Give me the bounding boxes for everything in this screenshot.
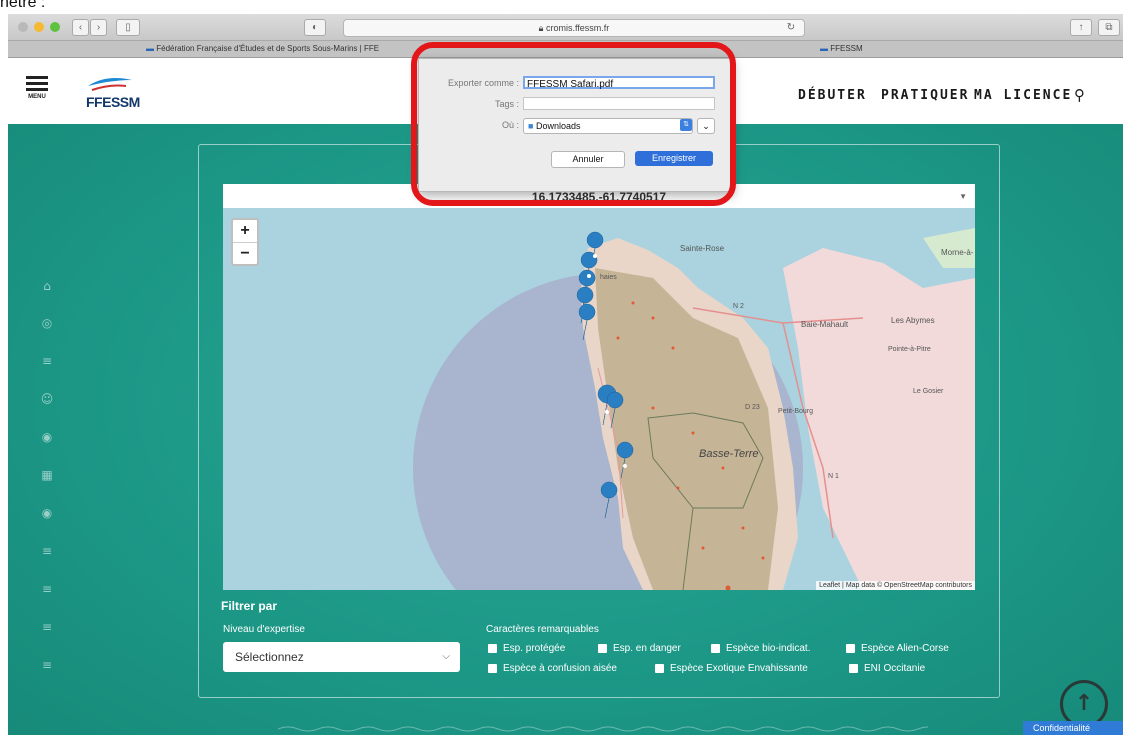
- wave-divider: [278, 726, 928, 732]
- menu-button[interactable]: MENU: [26, 76, 48, 100]
- east-landmass: [783, 248, 975, 590]
- browser-toolbar: ‹ › ▯ ◐ 🔒︎ cromis.ffessm.fr ↻ ↑ ⧉: [8, 14, 1123, 41]
- list-icon[interactable]: ≡: [40, 582, 54, 596]
- page-body: ⌂ ◎ ≡ ☺ ◉ ▦ ◉ ≡ ≡ ≡ ≡ 16.1733485,-61.774…: [8, 124, 1123, 735]
- expertise-select[interactable]: Sélectionnez ⌵: [223, 642, 460, 672]
- lock-icon: 🔒︎: [538, 23, 546, 33]
- map-icon[interactable]: ▦: [40, 468, 54, 482]
- checkbox-esp-en-danger[interactable]: Esp. en danger: [598, 643, 681, 654]
- map-label-gosier: Le Gosier: [913, 388, 944, 395]
- checkbox-espece-alien-corse[interactable]: Espèce Alien-Corse: [846, 643, 949, 654]
- checkbox-label: Esp. en danger: [613, 643, 681, 654]
- privacy-button[interactable]: Confidentialité: [1023, 721, 1123, 735]
- map-label-pointe-a-pitre: Pointe-à-Pitre: [888, 346, 931, 353]
- map-label-petit-bourg: Petit-Bourg: [778, 408, 814, 415]
- checkbox-eni-occitanie[interactable]: ENI Occitanie: [849, 663, 925, 674]
- privacy-label: Confidentialité: [1033, 723, 1091, 733]
- privacy-shield-icon[interactable]: ◐: [304, 19, 326, 36]
- wave-logo-icon: [88, 78, 132, 91]
- list-icon[interactable]: ≡: [40, 658, 54, 672]
- checkbox-label: Espèce à confusion aisée: [503, 663, 617, 674]
- tab-title: FFESSM: [830, 44, 863, 53]
- sidebar-toggle-icon[interactable]: ▯: [116, 19, 140, 36]
- nav-pratiquer[interactable]: PRATIQUER: [881, 88, 969, 103]
- checkbox-label: ENI Occitanie: [864, 663, 926, 674]
- user-icon[interactable]: ☺: [40, 392, 54, 406]
- nav-ma-licence[interactable]: MA LICENCE: [974, 88, 1072, 103]
- chevron-down-icon: ⌵: [442, 651, 450, 662]
- map-label-n2: N 2: [733, 303, 744, 310]
- close-window-button[interactable]: [18, 22, 28, 32]
- checkbox-espece-bio-indicat[interactable]: Espèce bio-indicat.: [711, 643, 811, 654]
- search-icon[interactable]: ⚲: [1074, 86, 1087, 104]
- list-icon[interactable]: ≡: [40, 544, 54, 558]
- map-label-basse-terre: Basse-Terre: [699, 448, 759, 460]
- checkbox-label: Espèce bio-indicat.: [726, 643, 811, 654]
- location-pin-icon[interactable]: ◉: [40, 506, 54, 520]
- safari-window: ‹ › ▯ ◐ 🔒︎ cromis.ffessm.fr ↻ ↑ ⧉ ▬ Fédé…: [8, 14, 1123, 735]
- tab-ffessm-federation[interactable]: ▬ Fédération Française d'Études et de Sp…: [146, 41, 416, 57]
- list-icon[interactable]: ≡: [40, 354, 54, 368]
- chevron-down-icon: ▼: [959, 192, 967, 201]
- checkbox-espece-exotique-envahissante[interactable]: Espèce Exotique Envahissante: [655, 663, 808, 674]
- document-caption: nêtre :: [0, 0, 46, 11]
- map-tiles: [413, 228, 975, 590]
- expertise-label: Niveau d'expertise: [223, 624, 305, 635]
- list-icon[interactable]: ≡: [40, 620, 54, 634]
- menu-label: MENU: [28, 94, 46, 100]
- map-label-morne: Morne-à-: [941, 248, 974, 257]
- forward-button[interactable]: ›: [90, 19, 107, 36]
- reload-icon[interactable]: ↻: [786, 20, 796, 35]
- checkbox-label: Esp. protégée: [503, 643, 566, 654]
- map-label-n1: N 1: [828, 473, 839, 480]
- map-label-baie-mahault: Baie-Mahault: [801, 320, 849, 329]
- tab-ffessm[interactable]: ▬ FFESSM: [820, 41, 1020, 57]
- share-icon[interactable]: ↑: [1070, 19, 1092, 36]
- tab-title: Fédération Française d'Études et de Spor…: [156, 44, 380, 53]
- checkbox-esp-protegee[interactable]: Esp. protégée: [488, 643, 565, 654]
- expertise-value: Sélectionnez: [235, 650, 304, 664]
- eye-icon[interactable]: ◉: [40, 430, 54, 444]
- home-icon[interactable]: ⌂: [40, 279, 54, 293]
- target-icon[interactable]: ◎: [40, 316, 54, 330]
- back-button[interactable]: ‹: [72, 19, 89, 36]
- minimize-window-button[interactable]: [34, 22, 44, 32]
- logo-text: FFESSM: [86, 94, 140, 110]
- checkbox-label: Espèce Alien-Corse: [861, 643, 949, 654]
- zoom-window-button[interactable]: [50, 22, 60, 32]
- address-bar[interactable]: 🔒︎ cromis.ffessm.fr: [343, 19, 805, 37]
- zoom-controls: + −: [231, 218, 259, 266]
- ffessm-logo[interactable]: FFESSM: [86, 72, 146, 112]
- map-attribution[interactable]: Leaflet | Map data © OpenStreetMap contr…: [816, 581, 975, 590]
- url-text: cromis.ffessm.fr: [545, 23, 610, 33]
- highlight-annotation: [411, 42, 736, 206]
- map-label-sainte-rose: Sainte-Rose: [680, 244, 725, 253]
- checkbox-label: Espèce Exotique Envahissante: [670, 663, 808, 674]
- species-map[interactable]: + − Sainte-Rose Morne-à- haies N 2 Baie-…: [223, 208, 975, 590]
- zoom-in-button[interactable]: +: [233, 220, 257, 243]
- map-label-abymes: Les Abymes: [891, 316, 935, 325]
- map-label-deshaies: haies: [600, 274, 617, 281]
- nav-debuter[interactable]: DÉBUTER: [798, 88, 867, 103]
- checkbox-espece-confusion-aisee[interactable]: Espèce à confusion aisée: [488, 663, 617, 674]
- traits-label: Caractères remarquables: [486, 624, 599, 635]
- zoom-out-button[interactable]: −: [233, 243, 257, 265]
- map-label-d23: D 23: [745, 404, 760, 411]
- filter-title: Filtrer par: [221, 599, 278, 613]
- tabs-overview-icon[interactable]: ⧉: [1098, 19, 1120, 36]
